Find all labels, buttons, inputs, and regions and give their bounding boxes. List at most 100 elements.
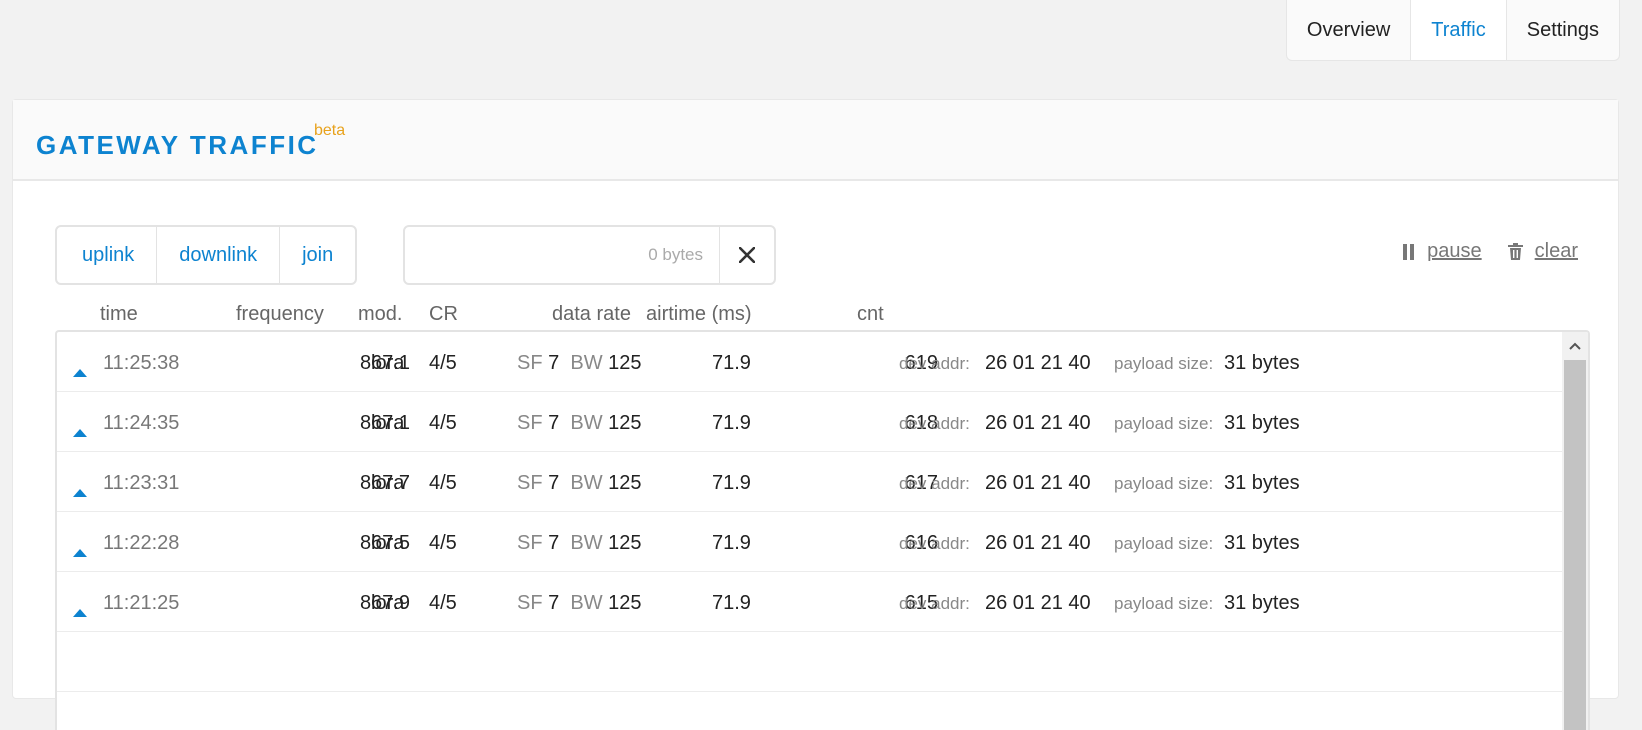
sf-label: SF [517,412,543,434]
row-coding-rate: 4/5 [429,592,457,614]
payload-size-value: 31 bytes [1224,532,1300,554]
panel-header: Gateway Traffic beta [13,100,1618,181]
bw-value: 125 [608,412,642,434]
scrollbar-thumb[interactable] [1564,360,1586,730]
row-airtime: 71.9 [712,472,751,494]
top-nav: Overview Traffic Settings [1285,0,1620,61]
row-time: 11:24:35 [103,412,180,434]
bw-value: 125 [608,532,642,554]
row-coding-rate: 4/5 [429,472,457,494]
clear-filter-button[interactable] [719,227,774,283]
row-airtime: 71.9 [712,412,751,434]
traffic-row[interactable]: 11:25:38 867.1 lora 4/5 SF 7 BW 125 71.9… [57,332,1588,392]
traffic-row[interactable] [57,632,1588,692]
payload-size-label: payload size: [1114,594,1214,613]
tab-traffic[interactable]: Traffic [1410,0,1506,60]
column-headers: time frequency mod. CR data rate airtime… [13,295,1618,335]
bw-label: BW [570,592,603,614]
beta-badge: beta [314,122,346,139]
payload-size-input[interactable] [405,227,719,283]
clear-button[interactable]: clear [1507,240,1578,263]
pause-button[interactable]: pause [1403,240,1482,263]
col-time: time [100,303,138,325]
dev-addr-label: dev addr: [899,414,970,433]
payload-size-value: 31 bytes [1224,352,1300,374]
sf-label: SF [517,532,543,554]
sf-value: 7 [548,352,560,374]
col-mod: mod. [358,303,403,325]
uplink-arrow-icon [73,360,87,383]
row-data-rate: SF 7 BW 125 [517,352,642,375]
dev-addr-label: dev addr: [899,474,970,493]
row-data-rate [517,652,523,675]
uplink-arrow-icon [73,540,87,563]
filter-downlink-button[interactable]: downlink [156,227,279,283]
traffic-row[interactable]: 11:23:31 867.7 lora 4/5 SF 7 BW 125 71.9… [57,452,1588,512]
filter-join-button[interactable]: join [279,227,355,283]
col-cr: CR [429,303,458,325]
sf-value: 7 [548,592,560,614]
row-airtime: 71.9 [712,352,751,374]
pause-icon [1403,243,1415,260]
dev-addr-label: dev addr: [899,534,970,553]
row-time: 11:21:25 [103,592,180,614]
col-frequency: frequency [236,303,324,325]
dev-addr-value: 26 01 21 40 [985,412,1091,434]
col-data-rate: data rate [552,303,631,325]
row-modulation: lora [371,352,405,374]
sf-value: 7 [548,532,560,554]
dev-addr-value: 26 01 21 40 [985,472,1091,494]
gateway-traffic-panel: Gateway Traffic beta uplink downlink joi… [12,99,1619,730]
row-modulation: lora [371,592,405,614]
traffic-list[interactable]: 11:25:38 867.1 lora 4/5 SF 7 BW 125 71.9… [55,330,1590,730]
row-time: 11:25:38 [103,352,180,374]
pause-label: pause [1427,240,1482,262]
row-airtime: 71.9 [712,592,751,614]
scroll-up-button[interactable] [1562,332,1588,360]
chevron-up-icon [1569,342,1581,350]
trash-icon [1507,243,1523,260]
tab-settings[interactable]: Settings [1505,0,1619,60]
dev-addr-value: 26 01 21 40 [985,532,1091,554]
sf-label: SF [517,472,543,494]
row-airtime: 71.9 [712,532,751,554]
filter-uplink-button[interactable]: uplink [57,227,156,283]
message-type-filter: uplink downlink join [55,225,358,285]
payload-size-label: payload size: [1114,414,1214,433]
sf-label: SF [517,592,543,614]
dev-addr-value: 26 01 21 40 [985,352,1091,374]
bw-value: 125 [608,352,642,374]
traffic-row[interactable]: 11:22:28 867.5 lora 4/5 SF 7 BW 125 71.9… [57,512,1588,572]
row-data-rate: SF 7 BW 125 [517,412,642,435]
bw-label: BW [570,352,603,374]
traffic-row[interactable]: 11:24:35 867.1 lora 4/5 SF 7 BW 125 71.9… [57,392,1588,452]
bw-label: BW [570,472,603,494]
payload-size-label: payload size: [1114,354,1214,373]
row-modulation: lora [371,532,405,554]
bw-value: 125 [608,592,642,614]
panel-title: Gateway Traffic [36,130,319,160]
row-data-rate: SF 7 BW 125 [517,592,642,615]
row-data-rate: SF 7 BW 125 [517,472,642,495]
payload-size-value: 31 bytes [1224,412,1300,434]
sf-value: 7 [548,412,560,434]
payload-size-label: payload size: [1114,534,1214,553]
tab-overview[interactable]: Overview [1287,0,1410,60]
uplink-arrow-icon [73,420,87,443]
dev-addr-label: dev addr: [899,354,970,373]
traffic-row[interactable]: 11:21:25 867.9 lora 4/5 SF 7 BW 125 71.9… [57,572,1588,632]
dev-addr-label: dev addr: [899,594,970,613]
row-modulation: lora [371,412,405,434]
row-coding-rate: 4/5 [429,352,457,374]
clear-label: clear [1534,240,1578,262]
row-time: 11:23:31 [103,472,180,494]
payload-filter [403,225,776,285]
row-time: 11:22:28 [103,532,180,554]
row-coding-rate: 4/5 [429,412,457,434]
row-coding-rate: 4/5 [429,532,457,554]
col-cnt: cnt [857,303,884,325]
sf-value: 7 [548,472,560,494]
bw-label: BW [570,412,603,434]
uplink-arrow-icon [73,480,87,503]
scrollbar[interactable] [1562,332,1588,730]
